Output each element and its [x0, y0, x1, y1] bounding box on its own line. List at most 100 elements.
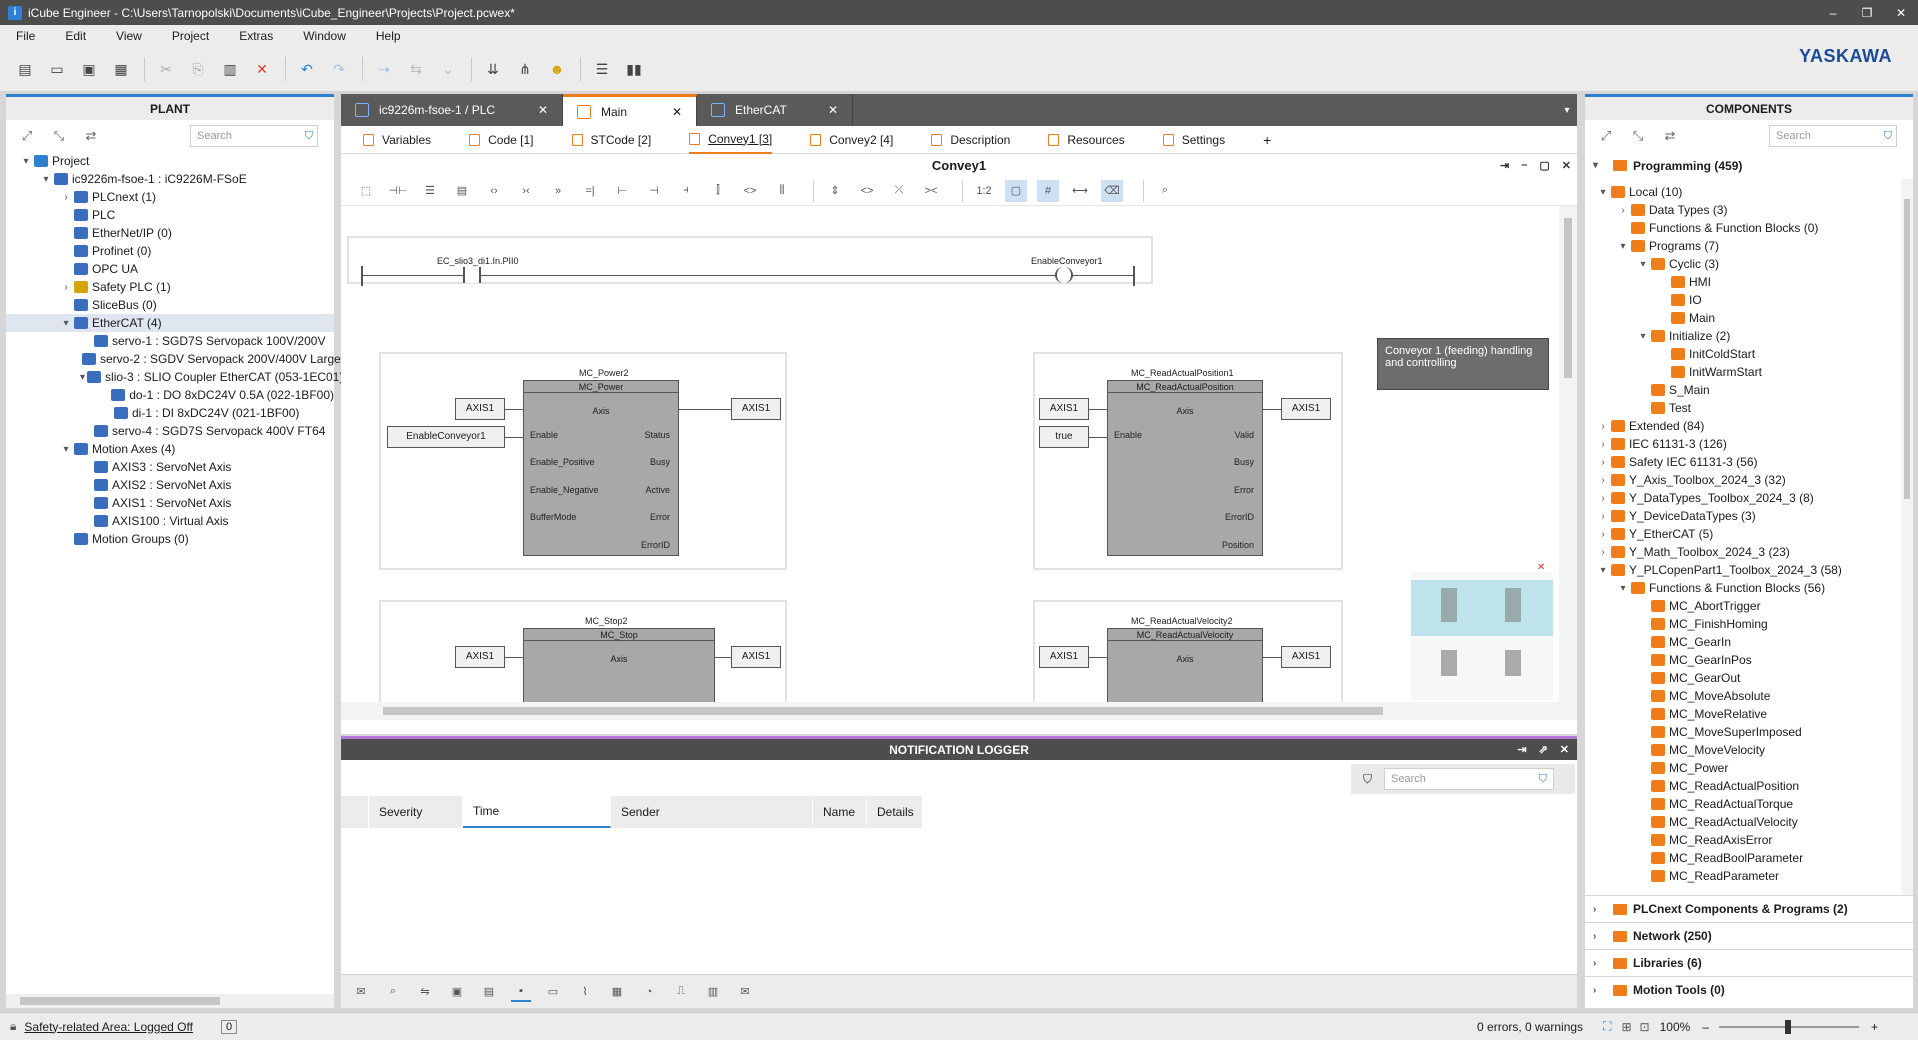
component-tree-item[interactable]: MC_AbortTrigger [1585, 597, 1913, 615]
cut-icon[interactable]: ✂ [155, 58, 177, 80]
column-details[interactable]: Details [867, 796, 923, 828]
plant-tree-item[interactable]: ▾ ic9226m-fsoe-1 : iC9226M-FSoE [6, 170, 334, 188]
input-enable-box[interactable]: true [1039, 426, 1089, 448]
expand-arrow-icon[interactable]: › [60, 282, 72, 293]
component-section[interactable]: › Libraries (6) [1585, 949, 1913, 976]
filter-icon[interactable]: ⛉ [1363, 772, 1372, 787]
component-tree-item[interactable]: › IEC 61131-3 (126) [1585, 435, 1913, 453]
plant-hscroll[interactable] [6, 994, 334, 1008]
menu-window[interactable]: Window [287, 29, 360, 43]
expand-arrow-icon[interactable]: ▾ [1637, 331, 1649, 342]
menu-edit[interactable]: Edit [49, 29, 100, 43]
plant-tree-item[interactable]: Profinet (0) [6, 242, 334, 260]
parallel-icon[interactable]: ⫞ [675, 180, 697, 202]
zoom-ratio[interactable]: 1:2 [973, 180, 995, 202]
right-rail-icon[interactable]: ⊣ [643, 180, 665, 202]
messages-icon[interactable]: ✉ [735, 982, 755, 1002]
tabs-dropdown-icon[interactable]: ▾ [1557, 94, 1577, 126]
expand-arrow-icon[interactable]: ▾ [20, 156, 32, 167]
menu-view[interactable]: View [100, 29, 156, 43]
plant-tree-item[interactable]: servo-2 : SGDV Servopack 200V/400V Large [6, 350, 341, 368]
logger-search-input[interactable]: Search ⛉ [1384, 768, 1555, 790]
components-vscroll[interactable] [1901, 179, 1913, 895]
compress-icon[interactable]: >< [920, 180, 942, 202]
expand-arrow-icon[interactable]: ▾ [80, 372, 85, 383]
expand-arrow-icon[interactable]: › [1597, 493, 1609, 504]
jump-icon[interactable]: <> [739, 180, 761, 202]
return-icon[interactable]: ⫼ [771, 180, 793, 202]
paste-icon[interactable]: ▥ [219, 58, 241, 80]
zoom-slider[interactable] [1718, 1019, 1859, 1034]
component-section[interactable]: › Motion Tools (0) [1585, 976, 1913, 1003]
component-tree-item[interactable]: MC_GearIn [1585, 633, 1913, 651]
close-pane-icon[interactable]: ✕ [1562, 159, 1571, 172]
expand-arrow-icon[interactable]: › [60, 192, 72, 203]
column-sender[interactable]: Sender [611, 796, 813, 828]
line-icon[interactable]: ⟷ [1069, 180, 1091, 202]
component-tree-item[interactable]: › Y_DeviceDataTypes (3) [1585, 507, 1913, 525]
delete-icon[interactable]: ✕ [251, 58, 273, 80]
download-icon[interactable]: ⇊ [482, 58, 504, 80]
safety-login-link[interactable]: Safety-related Area: Logged Off [24, 1020, 193, 1034]
plant-tree-item[interactable]: ▾ EtherCAT (4) [6, 314, 334, 332]
restore-button[interactable]: ❐ [1850, 6, 1884, 20]
plant-tree-item[interactable]: di-1 : DI 8xDC24V (021-1BF00) [6, 404, 334, 422]
layout-vertical-icon[interactable]: ▮▮ [623, 58, 645, 80]
expand-arrow-icon[interactable]: › [1597, 475, 1609, 486]
network-icon[interactable]: ⋔ [514, 58, 536, 80]
programming-section[interactable]: ▾ Programming (459) [1585, 152, 1913, 179]
layout-horizontal-icon[interactable]: ☰ [591, 58, 613, 80]
vertical-align-icon[interactable]: ⇕ [824, 180, 846, 202]
component-tree-item[interactable]: MC_ReadActualPosition [1585, 777, 1913, 795]
expand-arrow-icon[interactable]: › [1597, 529, 1609, 540]
expand-arrow-icon[interactable]: ▾ [1597, 565, 1609, 576]
subtab-item[interactable]: STCode [2] [571, 126, 651, 154]
column-select[interactable] [341, 796, 369, 828]
pin-icon[interactable]: ⇥ [1500, 159, 1509, 172]
online-icon[interactable]: ◔ [639, 982, 659, 1002]
plant-tree-item[interactable]: SliceBus (0) [6, 296, 334, 314]
zoom-area-icon[interactable]: ⊡ [1640, 1020, 1650, 1034]
plant-tree-item[interactable]: OPC UA [6, 260, 334, 278]
component-tree-item[interactable]: MC_MoveRelative [1585, 705, 1913, 723]
component-tree-item[interactable]: ▾ Programs (7) [1585, 237, 1913, 255]
connect-icon[interactable]: ⇢ [373, 58, 395, 80]
component-tree-item[interactable]: InitColdStart [1585, 345, 1913, 363]
plant-tree-item[interactable]: servo-4 : SGD7S Servopack 400V FT64 [6, 422, 334, 440]
component-tree-item[interactable]: MC_MoveSuperImposed [1585, 723, 1913, 741]
save-icon[interactable]: ▣ [78, 58, 100, 80]
collapse-all-icon[interactable]: ⤡ [1629, 127, 1647, 145]
zoom-in-button[interactable]: + [1871, 1020, 1878, 1034]
component-tree-item[interactable]: MC_ReadActualTorque [1585, 795, 1913, 813]
search-filter-icon[interactable]: ⛉ [1539, 773, 1547, 786]
expand-arrow-icon[interactable]: ▾ [1597, 187, 1609, 198]
pin-icon[interactable]: ⇥ [1517, 743, 1526, 756]
component-tree-item[interactable]: MC_MoveAbsolute [1585, 687, 1913, 705]
component-tree-item[interactable]: ▾ Y_PLCopenPart1_Toolbox_2024_3 (58) [1585, 561, 1913, 579]
notifications-icon[interactable]: ✉ [351, 982, 371, 1002]
component-tree-item[interactable]: › Safety IEC 61131-3 (56) [1585, 453, 1913, 471]
plant-tree-item[interactable]: AXIS100 : Virtual Axis [6, 512, 334, 530]
coil-icon[interactable]: ‹› [483, 180, 505, 202]
input-axis-box[interactable]: AXIS1 [455, 646, 505, 668]
logic-analyzer-icon[interactable]: ⎍ [671, 982, 691, 1002]
float-icon[interactable]: ⇗ [1539, 743, 1548, 756]
redo-icon[interactable]: ↷ [328, 58, 350, 80]
output-axis-box[interactable]: AXIS1 [1281, 398, 1331, 420]
copy-icon[interactable]: ⎘ [187, 58, 209, 80]
component-tree-item[interactable]: MC_Power [1585, 759, 1913, 777]
subtab-item[interactable]: Settings [1162, 126, 1225, 154]
collapse-all-icon[interactable]: ⤡ [50, 127, 68, 145]
contact[interactable] [463, 267, 481, 283]
tab-plc[interactable]: ic9226m-fsoe-1 / PLC ✕ [341, 94, 563, 126]
expand-arrow-icon[interactable]: › [1617, 205, 1629, 216]
component-tree-item[interactable]: › Data Types (3) [1585, 201, 1913, 219]
component-tree-item[interactable]: ▾ Local (10) [1585, 183, 1913, 201]
menu-help[interactable]: Help [360, 29, 415, 43]
menu-extras[interactable]: Extras [223, 29, 287, 43]
component-tree-item[interactable]: IO [1585, 291, 1913, 309]
task-icon[interactable]: ▥ [703, 982, 723, 1002]
component-tree-item[interactable]: HMI [1585, 273, 1913, 291]
component-tree-item[interactable]: ▾ Cyclic (3) [1585, 255, 1913, 273]
error-list-icon[interactable]: ▦ [607, 982, 627, 1002]
